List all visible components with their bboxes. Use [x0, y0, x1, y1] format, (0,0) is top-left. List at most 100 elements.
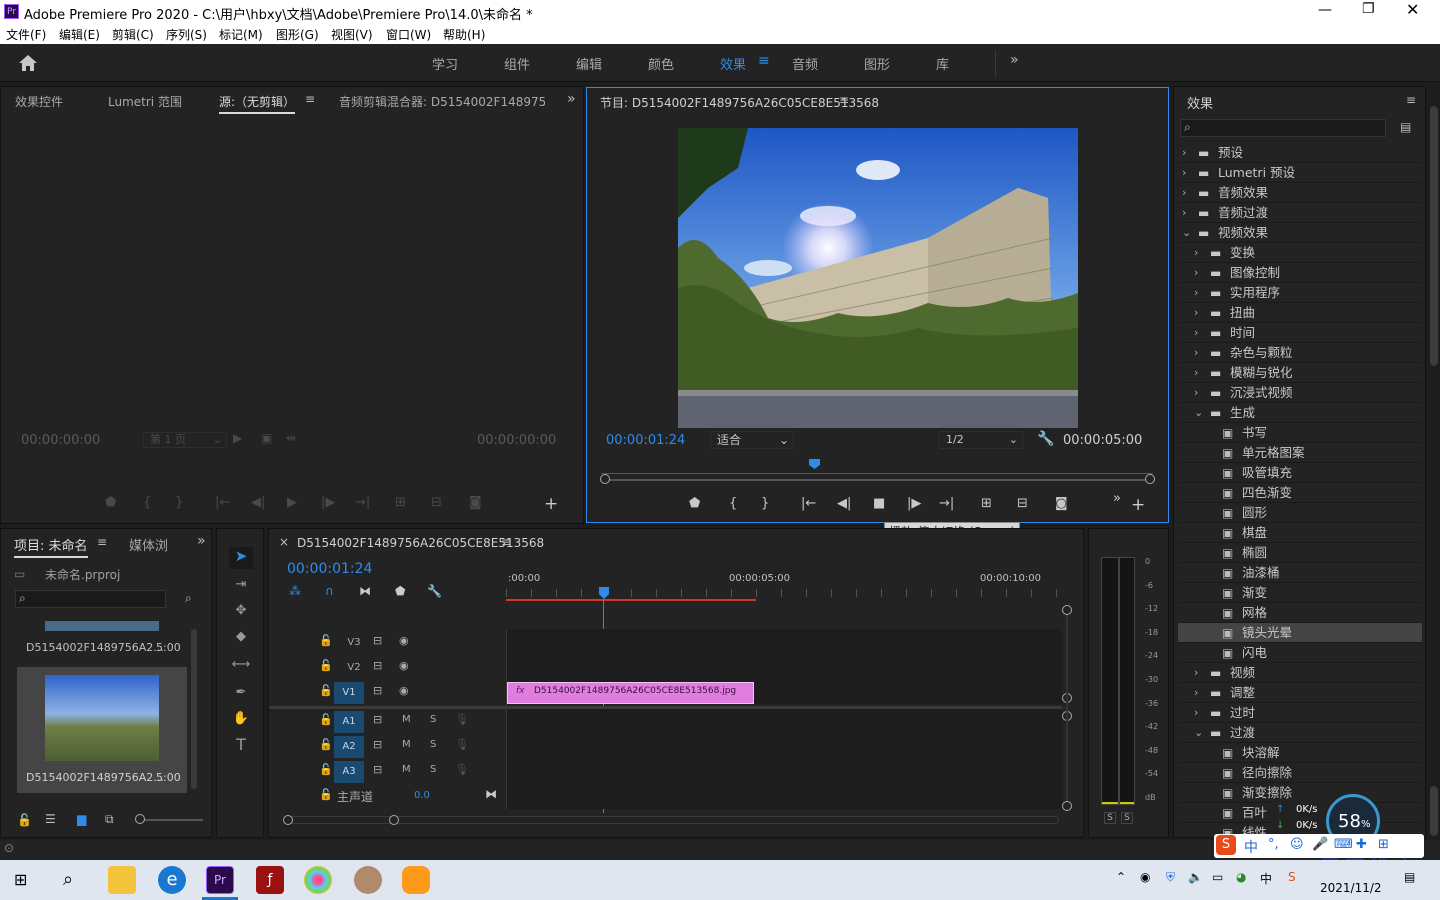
source-play-icon[interactable]: ▶ — [233, 431, 242, 445]
go-to-in-icon[interactable]: |← — [215, 495, 230, 510]
solo-button[interactable]: S — [430, 714, 436, 725]
v-scroll-handle[interactable] — [1062, 801, 1072, 811]
program-menu-icon[interactable]: ≡ — [839, 93, 849, 107]
mark-out-icon[interactable]: } — [761, 496, 769, 511]
chevron-up-icon[interactable]: ⌃ — [1116, 870, 1126, 884]
menu-file[interactable]: 文件(F) — [6, 26, 46, 43]
source-menu-icon[interactable]: ≡ — [305, 92, 315, 106]
step-back-icon[interactable]: ◀| — [837, 496, 851, 511]
close-sequence-icon[interactable]: × — [279, 535, 289, 549]
effects-tree-item[interactable]: › ▬ 调整 — [1178, 683, 1422, 703]
effects-tree-item[interactable]: ⌄ ▬ 过渡 — [1178, 723, 1422, 743]
menu-window[interactable]: 窗口(W) — [386, 26, 431, 43]
effects-tree-item[interactable]: › ▬ 扭曲 — [1178, 303, 1422, 323]
nest-icon[interactable]: ⁂ — [289, 584, 301, 598]
effects-tree-item[interactable]: › ▬ 视频 — [1178, 663, 1422, 683]
chevron-right-icon[interactable]: › — [1182, 203, 1186, 223]
mark-in-icon[interactable]: { — [729, 496, 737, 511]
program-scrollbar[interactable] — [601, 479, 1153, 481]
overwrite-icon[interactable]: ⊟ — [431, 495, 442, 510]
photos-icon[interactable] — [304, 866, 332, 894]
volume-icon[interactable]: 🔈 — [1188, 870, 1203, 884]
freeform-view-icon[interactable]: ⧉ — [105, 812, 114, 827]
chevron-right-icon[interactable]: › — [1194, 683, 1198, 703]
minimize-icon[interactable]: — — [1318, 2, 1338, 18]
marker-icon[interactable]: ⬟ — [689, 496, 700, 511]
sync-lock-icon[interactable]: ⊟ — [373, 659, 382, 672]
slip-tool-icon[interactable]: ⟷ — [231, 657, 251, 673]
lock-icon[interactable]: 🔓 — [319, 634, 333, 647]
flash-icon[interactable]: ƒ — [256, 866, 284, 894]
timeline-settings-icon[interactable]: 🔧 — [427, 584, 442, 598]
effects-tree-item[interactable]: ▣ 书写 — [1178, 423, 1422, 443]
find-icon[interactable]: ⌕ — [185, 591, 192, 606]
workspace-tab-libraries[interactable]: 库 — [936, 54, 949, 73]
source-page-select[interactable]: 第 1 页 ⌄ — [143, 432, 227, 448]
source-settings-icon[interactable]: ▣ — [261, 431, 272, 445]
step-forward-icon[interactable]: |▶ — [907, 496, 921, 511]
scrollbar-thumb-2[interactable] — [1430, 786, 1438, 836]
lock-icon[interactable]: 🔓 — [319, 738, 333, 751]
selection-tool-icon[interactable]: ➤ — [229, 547, 253, 569]
track-name[interactable]: V2 — [339, 657, 369, 679]
workspace-overflow-icon[interactable]: » — [1010, 52, 1019, 68]
effects-tree-item[interactable]: › ▬ 图像控制 — [1178, 263, 1422, 283]
effects-tree-item[interactable]: › ▬ 杂色与颗粒 — [1178, 343, 1422, 363]
chevron-right-icon[interactable]: › — [1182, 143, 1186, 163]
clock-date[interactable]: 2021/11/2 — [1320, 881, 1382, 895]
effects-tree-item[interactable]: › ▬ 模糊与锐化 — [1178, 363, 1422, 383]
track-name[interactable]: V1 — [334, 682, 364, 704]
effects-tree-item[interactable]: ▣ 网格 — [1178, 603, 1422, 623]
chevron-down-icon[interactable]: ⌄ — [1194, 403, 1203, 423]
program-ruler[interactable] — [601, 460, 1153, 474]
marker-icon[interactable]: ⬟ — [105, 495, 116, 510]
project-scrollbar[interactable] — [191, 629, 197, 789]
workspace-tab-effects[interactable]: 效果 — [720, 54, 746, 73]
windows-start-icon[interactable]: ⊞ — [14, 870, 27, 889]
menu-graphics[interactable]: 图形(G) — [276, 26, 319, 43]
effects-search-input[interactable]: ⌕ — [1180, 119, 1386, 137]
pen-tool-icon[interactable]: ✒ — [231, 685, 251, 701]
clip-thumbnail-item[interactable]: D5154002F1489756A2... 5:00 — [17, 667, 187, 793]
workspace-tab-learn[interactable]: 学习 — [432, 54, 458, 73]
browser-icon[interactable] — [402, 866, 430, 894]
effects-tree-item[interactable]: ▣ 镜头光晕 — [1178, 623, 1422, 643]
close-icon[interactable]: ✕ — [1406, 0, 1426, 19]
menu-view[interactable]: 视图(V) — [331, 26, 373, 43]
workspace-tab-color[interactable]: 颜色 — [648, 54, 674, 73]
mic-icon[interactable]: 🎙 — [455, 713, 469, 726]
effects-tree-item[interactable]: › ▬ 变换 — [1178, 243, 1422, 263]
step-back-icon[interactable]: ◀| — [251, 495, 265, 510]
menu-clip[interactable]: 剪辑(C) — [112, 26, 154, 43]
track-name[interactable]: A2 — [334, 736, 364, 758]
work-area-bar[interactable] — [506, 599, 756, 601]
add-button-icon[interactable]: + — [544, 494, 558, 514]
icon-view-icon[interactable]: ▆ — [77, 812, 86, 826]
scrollbar-thumb[interactable] — [1430, 106, 1438, 366]
workspace-tab-assembly[interactable]: 组件 — [504, 54, 530, 73]
camera-icon[interactable]: ◙ — [469, 495, 482, 510]
workspace-tab-editing[interactable]: 编辑 — [576, 54, 602, 73]
effects-tree-item[interactable]: ⌄ ▬ 生成 — [1178, 403, 1422, 423]
effects-tree-item[interactable]: ▣ 椭圆 — [1178, 543, 1422, 563]
v-scroll-handle[interactable] — [1062, 605, 1072, 615]
v-scroll-track[interactable] — [1066, 615, 1068, 801]
user-avatar-icon[interactable] — [354, 866, 382, 894]
punctuation-icon[interactable]: °, — [1268, 837, 1279, 852]
h-scroll-handle-right[interactable] — [389, 815, 399, 825]
go-to-out-icon[interactable]: →| — [355, 495, 370, 510]
lock-icon[interactable]: 🔓 — [319, 684, 333, 697]
timeline-ruler[interactable]: :00:00 00:00:05:00 00:00:10:00 — [506, 571, 1068, 601]
effects-tree-item[interactable]: ▣ 渐变 — [1178, 583, 1422, 603]
eye-icon[interactable]: ◉ — [399, 659, 409, 672]
workspace-tab-graphics[interactable]: 图形 — [864, 54, 890, 73]
qq-icon[interactable]: ◉ — [1140, 870, 1150, 884]
eye-icon[interactable]: ◉ — [399, 684, 409, 697]
mark-out-icon[interactable]: } — [175, 495, 183, 510]
panel-overflow-icon[interactable]: » — [567, 91, 576, 107]
effects-tree-item[interactable]: ▣ 棋盘 — [1178, 523, 1422, 543]
track-name[interactable]: A3 — [334, 761, 364, 783]
chevron-right-icon[interactable]: › — [1194, 343, 1198, 363]
effects-tree-item[interactable]: › ▬ 过时 — [1178, 703, 1422, 723]
effects-tree-item[interactable]: ▣ 四色渐变 — [1178, 483, 1422, 503]
